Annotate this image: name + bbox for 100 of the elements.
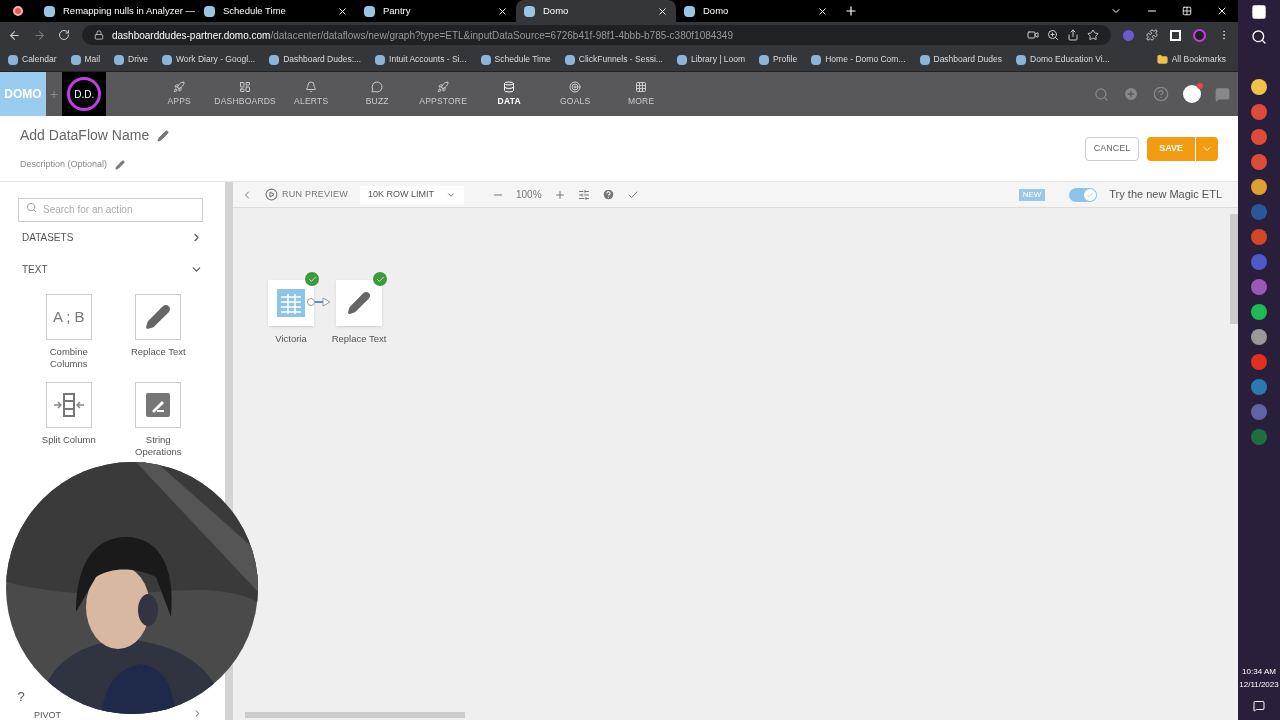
share-icon[interactable] (1067, 29, 1079, 41)
browser-tab[interactable]: Domo (516, 0, 676, 22)
extensions-icon[interactable] (1146, 29, 1158, 41)
taskbar-app-icon[interactable] (1251, 154, 1267, 170)
close-icon[interactable] (497, 5, 508, 17)
favicon-icon (564, 54, 575, 65)
bookmark[interactable]: Dashboard Dudes (919, 53, 1002, 66)
bookmark[interactable]: Mail (70, 53, 101, 66)
forward-icon[interactable] (33, 28, 46, 42)
record-icon (13, 6, 23, 16)
action-tile[interactable]: Replace Text (113, 294, 203, 370)
nav-icon (239, 80, 252, 93)
extension-icon[interactable] (1123, 29, 1134, 41)
url-text: dashboarddudes-partner.domo.com/datacenter/dataflows/new/graph?type=ETL&inputDataSource=6726b41f-98f1-4bbb-b785-c380f1084349 (112, 28, 733, 43)
nav-item[interactable]: DATA (476, 80, 543, 108)
check-icon (1086, 190, 1095, 199)
bookmark[interactable]: Calendar (8, 53, 57, 66)
edit-icon[interactable] (115, 160, 126, 170)
nav-item[interactable]: APPS (146, 80, 213, 108)
bookmark[interactable]: Profile (759, 53, 798, 66)
tab-title: Pantry (383, 3, 412, 18)
close-window-icon[interactable] (1216, 5, 1228, 17)
plus-text: + (49, 84, 60, 104)
browser-tab[interactable]: Schedule Time (196, 0, 356, 22)
browser-tab[interactable]: Domo (676, 0, 836, 22)
bookmark[interactable]: Work Diary - Googl... (161, 53, 256, 66)
edit-icon[interactable] (157, 129, 170, 142)
bookmark[interactable]: Schedule Time (480, 53, 551, 66)
search-icon[interactable] (1251, 29, 1267, 45)
bookmark[interactable]: Intuit Accounts - Si... (375, 53, 467, 66)
close-icon[interactable] (817, 5, 828, 17)
profile-icon[interactable] (1193, 28, 1206, 42)
address-bar[interactable]: dashboarddudes-partner.domo.com/datacenter/dataflows/new/graph?type=ETL&inputDataSource=6726b41f-98f1-4bbb-b785-c380f1084349 (82, 25, 1111, 45)
bookmark[interactable]: Library | Loom (676, 53, 746, 66)
description-text[interactable]: Description (Optional) (20, 158, 108, 172)
taskbar-app-icon[interactable] (1251, 104, 1267, 120)
nav-item[interactable]: ALERTS (278, 80, 345, 108)
section-header[interactable]: DATASETS (18, 222, 203, 252)
nav-icon (569, 80, 582, 93)
favicon-icon (480, 54, 491, 65)
bookmark-star-icon[interactable] (1087, 29, 1099, 41)
string-operations-icon (146, 393, 171, 417)
nav-item[interactable]: GOALS (542, 80, 609, 108)
notification-icon[interactable] (1253, 700, 1265, 712)
restore-icon[interactable] (1182, 6, 1192, 16)
start-icon[interactable] (1251, 4, 1267, 20)
bookmark[interactable]: Domo Education Vi... (1016, 53, 1110, 66)
taskbar-app-icon[interactable] (1251, 304, 1267, 320)
nav-icon (437, 80, 450, 93)
taskbar-app-icon[interactable] (1251, 179, 1267, 195)
bookmark[interactable]: ClickFunnels - Sessi... (564, 53, 663, 66)
tab-title: Domo (543, 3, 570, 18)
bookmark[interactable]: Dashboard Dudes:... (269, 53, 362, 66)
nav-item[interactable]: DASHBOARDS (212, 80, 279, 108)
close-icon[interactable] (337, 5, 348, 17)
search-field[interactable]: Search for an action (18, 197, 203, 222)
favicon-icon (70, 54, 81, 65)
nav-item[interactable]: MORE (608, 80, 675, 108)
nav-icon (503, 80, 516, 93)
zoom-icon[interactable] (1047, 29, 1059, 41)
favicon-icon (684, 5, 695, 17)
taskbar-app-icon[interactable] (1251, 79, 1267, 95)
action-tile[interactable]: A ; B Combine Columns (24, 294, 114, 370)
zoom-in-icon[interactable] (553, 188, 566, 201)
company-badge[interactable]: D.D. (67, 77, 102, 111)
dataflow-title[interactable]: Add DataFlow Name (20, 125, 150, 147)
taskbar-app-icon[interactable] (1251, 129, 1267, 145)
nav-icon (173, 80, 186, 93)
action-tile[interactable]: String Operations (113, 382, 203, 458)
nav-item[interactable]: APPSTORE (410, 80, 477, 108)
favicon-icon (44, 5, 55, 17)
cancel-button[interactable]: CANCEL (1084, 136, 1140, 161)
search-icon (26, 202, 37, 213)
run-preview-button[interactable]: RUN PREVIEW (265, 187, 348, 202)
browser-tab[interactable]: Pantry (356, 0, 516, 22)
nav-icon (305, 80, 318, 93)
pencil-icon (347, 291, 371, 315)
side-panel-icon[interactable] (1170, 29, 1181, 41)
tab-title: Domo (703, 3, 730, 18)
action-tile[interactable]: Split Column (24, 382, 114, 458)
nav-item[interactable]: BUZZ (344, 80, 411, 108)
new-tab-icon[interactable] (844, 4, 858, 18)
camera-icon[interactable] (1027, 29, 1039, 41)
all-bookmarks[interactable]: All Bookmarks (1156, 53, 1230, 66)
reload-icon[interactable] (58, 29, 70, 41)
nav-icon (371, 80, 384, 93)
bookmark[interactable]: Home - Domo Com... (811, 53, 906, 66)
settings-icon[interactable] (577, 188, 590, 201)
favicon-icon (1016, 54, 1026, 65)
back-icon[interactable] (8, 28, 21, 42)
bookmark[interactable]: Drive (114, 53, 148, 66)
section-label[interactable]: PIVOT (34, 709, 61, 720)
taskbar-app-icon[interactable] (1251, 329, 1267, 345)
avatar[interactable] (1183, 85, 1201, 103)
connector-arrow (307, 297, 333, 307)
favicon-icon (364, 5, 375, 17)
section-header[interactable]: TEXT (18, 254, 203, 284)
row-limit-dropdown[interactable]: 10K ROW LIMIT (360, 185, 464, 204)
magic-etl-toggle[interactable] (1069, 187, 1098, 202)
close-icon[interactable] (657, 5, 668, 17)
